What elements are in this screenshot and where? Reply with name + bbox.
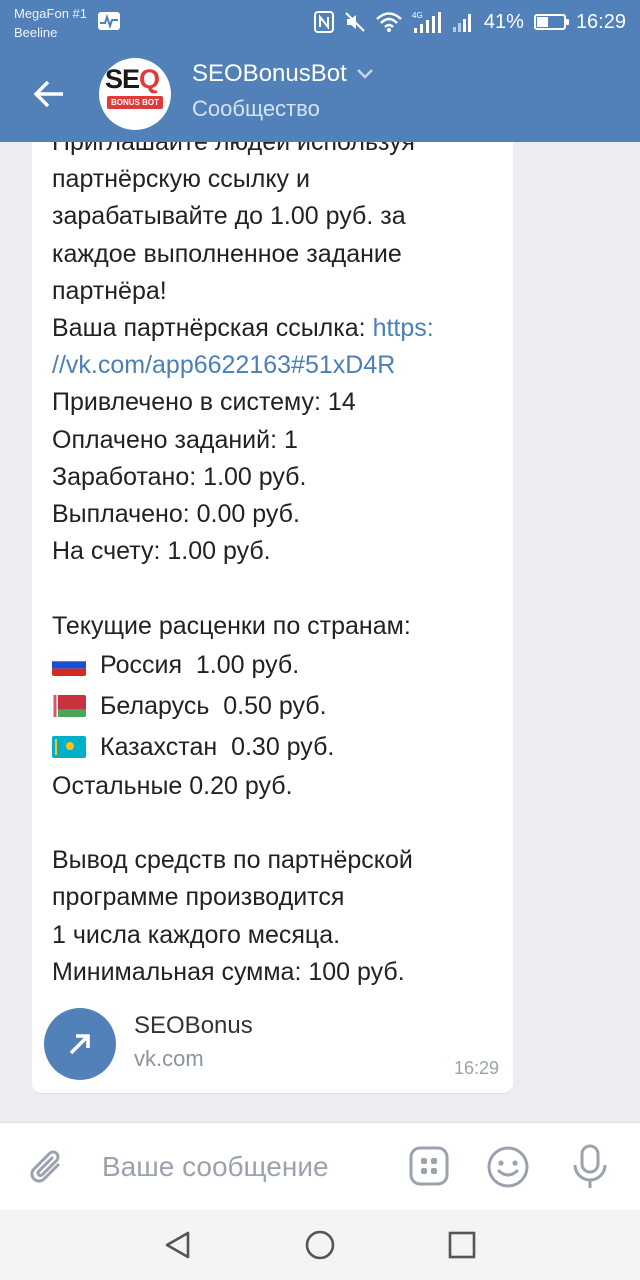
system-navigation-bar xyxy=(0,1210,640,1280)
rates-title: Текущие расценки по странам: xyxy=(52,611,411,640)
status-icons: 4G 41% 16:29 xyxy=(313,8,626,36)
bot-avatar[interactable]: SEQ BONUS BOT xyxy=(99,58,171,130)
svg-text:4G: 4G xyxy=(412,11,423,20)
referral-link-label: Ваша партнёрская ссылка: xyxy=(52,314,373,343)
stat-balance: На счету: 1.00 руб. xyxy=(52,537,271,566)
russia-flag-icon xyxy=(52,653,86,676)
bot-name: SEOBonusBot xyxy=(192,60,347,87)
signal-4g-icon: 4G xyxy=(412,11,441,33)
message-line: партнёрскую ссылку и xyxy=(52,165,310,194)
signal-icon xyxy=(452,14,471,32)
referral-link[interactable]: https: xyxy=(373,314,434,342)
link-preview-domain: vk.com xyxy=(134,1046,204,1071)
referral-link-line-2: //vk.com/app6622163#51xD4R xyxy=(52,347,502,384)
payout-line: 1 числа каждого месяца. xyxy=(52,920,341,949)
external-link-arrow-icon xyxy=(44,1008,116,1080)
referral-link-continued[interactable]: //vk.com/app6622163#51xD4R xyxy=(52,351,395,379)
message-line: Приглашайте людей используя xyxy=(52,142,415,156)
link-preview-title: SEOBonus xyxy=(134,1012,253,1039)
belarus-flag-icon xyxy=(52,694,86,717)
message-line: каждое выполненное задание xyxy=(52,239,402,268)
top-header: MegaFon #1 Beeline 4G 41% 16:29 SEQ BONU… xyxy=(0,0,640,142)
message-input[interactable] xyxy=(102,1145,392,1189)
chevron-down-icon xyxy=(356,69,373,79)
back-arrow-icon xyxy=(33,80,63,108)
message-bubble: Приглашайте людей используя партнёрскую … xyxy=(32,142,513,1094)
carrier-info: MegaFon #1 Beeline xyxy=(14,4,87,42)
stat-paid-tasks: Оплачено заданий: 1 xyxy=(52,425,298,454)
payout-line: программе производится xyxy=(52,883,345,912)
carrier-2: Beeline xyxy=(14,25,58,40)
rate-belarus: Беларусь 0.50 руб. xyxy=(52,686,502,727)
mute-icon xyxy=(345,12,365,32)
emoji-icon[interactable] xyxy=(486,1145,530,1189)
message-time: 16:29 xyxy=(453,1058,499,1078)
chat-title[interactable]: SEOBonusBot xyxy=(192,60,373,88)
attach-icon[interactable] xyxy=(28,1145,68,1189)
nav-recents-icon[interactable] xyxy=(446,1229,478,1261)
payout-line: Минимальная сумма: 100 руб. xyxy=(52,957,405,986)
status-time: 16:29 xyxy=(575,10,626,33)
avatar-logo-text: SEQ xyxy=(105,64,160,94)
nav-home-icon[interactable] xyxy=(304,1229,336,1261)
link-preview[interactable]: SEOBonus vk.com xyxy=(44,1004,494,1080)
payout-line: Вывод средств по партнёрской xyxy=(52,846,413,875)
referral-link-line: Ваша партнёрская ссылка: https: xyxy=(52,310,502,347)
carrier-1: MegaFon #1 xyxy=(14,6,87,21)
stat-referred: Привлечено в систему: 14 xyxy=(52,388,356,417)
nav-back-icon[interactable] xyxy=(162,1229,194,1261)
microphone-icon[interactable] xyxy=(570,1143,610,1191)
wifi-icon xyxy=(376,12,402,32)
keyboard-bot-icon[interactable] xyxy=(408,1145,450,1187)
avatar-logo-badge: BONUS BOT xyxy=(107,96,163,109)
status-bar: MegaFon #1 Beeline 4G 41% 16:29 xyxy=(0,0,640,44)
stat-paid-out: Выплачено: 0.00 руб. xyxy=(52,500,300,529)
rate-kazakhstan: Казахстан 0.30 руб. xyxy=(52,727,502,768)
rate-others: Остальные 0.20 руб. xyxy=(52,771,293,800)
activity-icon xyxy=(98,12,120,30)
kazakhstan-flag-icon xyxy=(52,735,86,758)
rate-russia: Россия 1.00 руб. xyxy=(52,645,502,686)
back-button[interactable] xyxy=(26,72,72,116)
battery-percent: 41% xyxy=(483,10,524,33)
stat-earned: Заработано: 1.00 руб. xyxy=(52,462,307,491)
message-text: Приглашайте людей используя партнёрскую … xyxy=(52,142,502,991)
battery-icon xyxy=(533,14,569,30)
message-line: партнёра! xyxy=(52,276,167,305)
nfc-icon xyxy=(313,11,334,33)
chat-subtitle: Сообщество xyxy=(192,96,320,121)
message-composer xyxy=(0,1122,640,1210)
message-line: зарабатывайте до 1.00 руб. за xyxy=(52,202,406,231)
